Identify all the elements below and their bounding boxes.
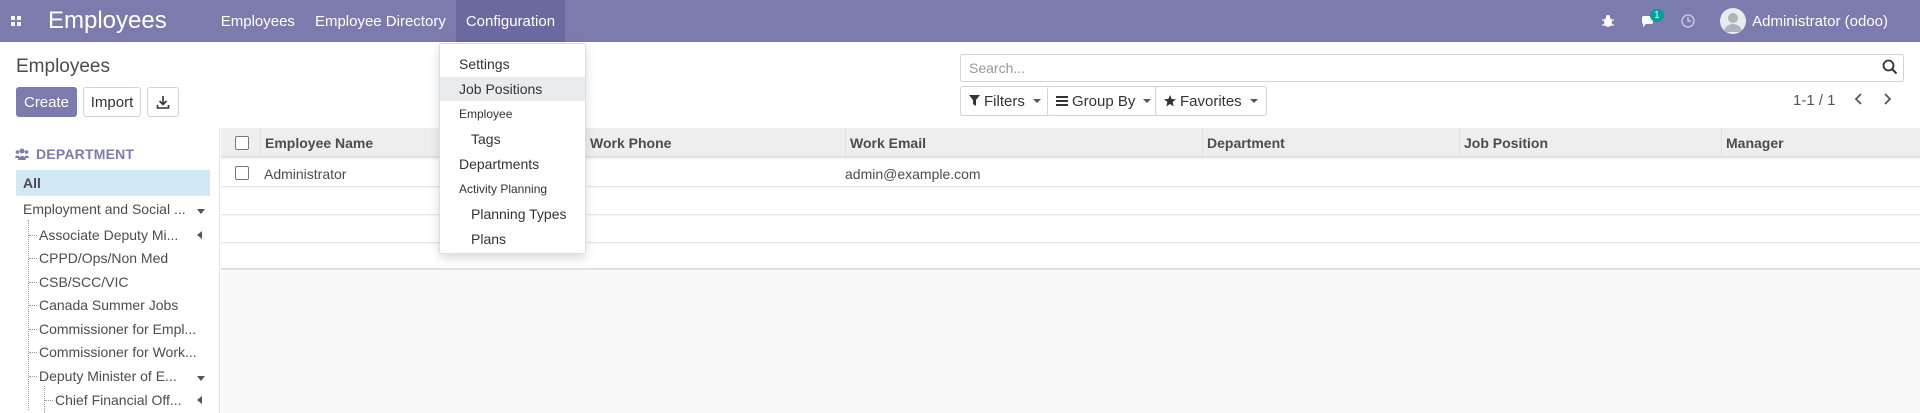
sidebar-item-commissioner-work[interactable]: Commissioner for Work... xyxy=(39,344,204,360)
sidebar-item-all[interactable]: All xyxy=(16,170,210,196)
groupby-bars-icon xyxy=(1056,96,1068,106)
tree-branch xyxy=(29,282,37,283)
select-all-checkbox[interactable] xyxy=(235,136,249,150)
department-sidebar: DEPARTMENT All Employment and Social ...… xyxy=(0,128,220,413)
collapse-caret-icon[interactable] xyxy=(197,376,205,381)
create-button[interactable]: Create xyxy=(16,87,77,117)
menu-section-activity-planning: Activity Planning xyxy=(459,182,548,196)
sidebar-item-chief-financial[interactable]: Chief Financial Off... xyxy=(55,392,190,408)
expand-caret-icon[interactable] xyxy=(197,231,202,239)
column-department[interactable]: Department xyxy=(1202,128,1459,158)
sidebar-item-canada-summer-jobs[interactable]: Canada Summer Jobs xyxy=(39,297,199,313)
sidebar-item-csb[interactable]: CSB/SCC/VIC xyxy=(39,274,199,290)
row-checkbox[interactable] xyxy=(235,166,249,180)
groupby-dropdown-toggle[interactable]: Group By xyxy=(1047,86,1161,116)
user-menu[interactable]: Administrator (odoo) xyxy=(1720,8,1888,34)
apps-menu-icon[interactable] xyxy=(0,0,32,42)
tree-branch xyxy=(45,400,53,401)
user-name: Administrator (odoo) xyxy=(1752,12,1888,30)
expand-caret-icon[interactable] xyxy=(197,396,202,404)
download-icon xyxy=(156,96,170,109)
configuration-dropdown-menu: Settings Job Positions Employee Tags Dep… xyxy=(439,43,586,254)
column-manager[interactable]: Manager xyxy=(1721,128,1920,158)
tree-guide-line xyxy=(28,220,29,410)
page-title: Employees xyxy=(16,56,110,77)
menu-employees[interactable]: Employees xyxy=(211,0,305,42)
collapse-caret-icon[interactable] xyxy=(197,209,205,214)
menu-item-planning-types[interactable]: Planning Types xyxy=(440,202,585,226)
cell-employee-name[interactable]: Administrator xyxy=(264,160,346,187)
cell-work-email[interactable]: admin@example.com xyxy=(845,160,981,187)
favorites-dropdown-toggle[interactable]: Favorites xyxy=(1155,86,1267,116)
navbar-systray: 1 Administrator (odoo) xyxy=(1588,0,1920,42)
filter-funnel-icon xyxy=(969,95,980,106)
tree-branch xyxy=(29,376,37,377)
menu-item-settings[interactable]: Settings xyxy=(440,52,585,76)
menu-item-plans[interactable]: Plans xyxy=(440,227,585,251)
export-download-button[interactable] xyxy=(147,87,179,117)
search-input[interactable]: Search... xyxy=(960,54,1904,82)
sidebar-item-cppd[interactable]: CPPD/Ops/Non Med xyxy=(39,250,199,266)
star-icon xyxy=(1164,95,1176,107)
filters-dropdown-toggle[interactable]: Filters xyxy=(960,86,1050,116)
app-brand[interactable]: Employees xyxy=(48,7,167,35)
filters-label: Filters xyxy=(984,92,1025,110)
menu-configuration[interactable]: Configuration xyxy=(455,0,566,42)
import-button[interactable]: Import xyxy=(83,87,141,117)
sidebar-item-associate-deputy[interactable]: Associate Deputy Mi... xyxy=(39,227,189,243)
sidebar-item-deputy-minister[interactable]: Deputy Minister of E... xyxy=(39,368,189,384)
pager-value[interactable]: 1-1 / 1 xyxy=(1793,92,1836,109)
tree-branch xyxy=(29,352,37,353)
messages-icon[interactable]: 1 xyxy=(1628,0,1668,42)
groupby-label: Group By xyxy=(1072,92,1136,110)
debug-bug-icon[interactable] xyxy=(1588,0,1628,42)
menu-item-tags[interactable]: Tags xyxy=(440,127,585,151)
menu-item-departments[interactable]: Departments xyxy=(440,152,585,176)
activity-clock-icon[interactable] xyxy=(1668,0,1708,42)
column-work-email[interactable]: Work Email xyxy=(845,128,1202,158)
tree-branch xyxy=(29,258,37,259)
top-navbar: Employees Employees Employee Directory C… xyxy=(0,0,1920,42)
search-icon[interactable] xyxy=(1882,59,1898,78)
sidebar-item-commissioner-empl[interactable]: Commissioner for Empl... xyxy=(39,321,204,337)
pager-previous-icon[interactable] xyxy=(1854,92,1864,110)
pager-next-icon[interactable] xyxy=(1882,92,1892,110)
favorites-label: Favorites xyxy=(1180,92,1242,110)
sidebar-item-employment-social[interactable]: Employment and Social ... xyxy=(23,201,203,217)
column-job-position[interactable]: Job Position xyxy=(1459,128,1721,158)
menu-employee-directory[interactable]: Employee Directory xyxy=(305,0,456,42)
tree-branch xyxy=(29,329,37,330)
menu-item-job-positions[interactable]: Job Positions xyxy=(440,77,585,101)
messages-badge: 1 xyxy=(1650,9,1664,22)
tree-branch xyxy=(29,305,37,306)
sidebar-header: DEPARTMENT xyxy=(15,146,134,162)
users-group-icon xyxy=(15,148,29,160)
sidebar-header-label: DEPARTMENT xyxy=(36,146,135,162)
menu-section-employee: Employee xyxy=(459,107,513,121)
tree-branch xyxy=(29,235,37,236)
user-avatar xyxy=(1720,8,1747,34)
column-work-phone[interactable]: Work Phone xyxy=(585,128,845,158)
